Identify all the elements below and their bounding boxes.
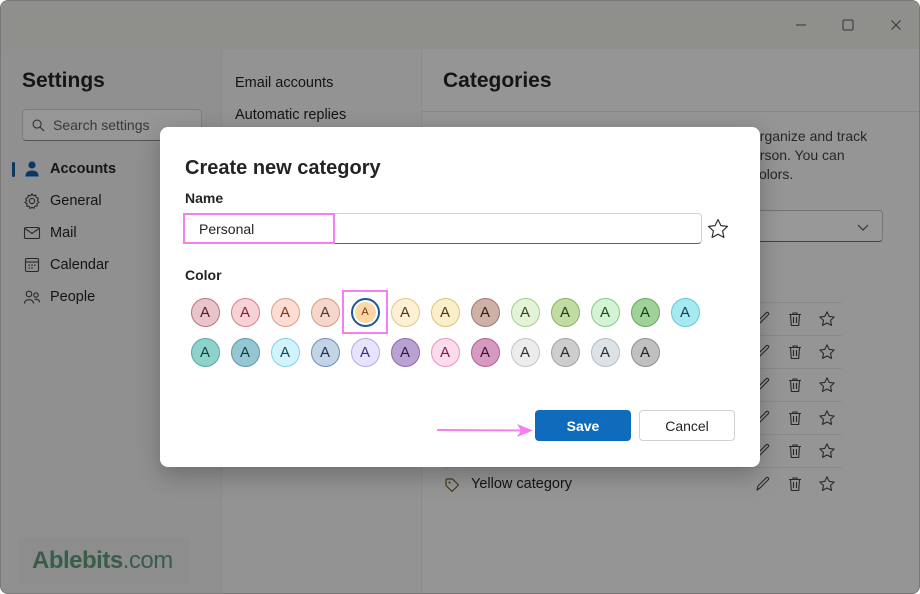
color-swatch[interactable]: A [350,297,380,327]
color-swatch[interactable]: A [630,337,660,367]
color-swatch[interactable]: A [270,297,300,327]
color-swatch[interactable]: A [270,337,300,367]
color-swatch[interactable]: A [590,297,620,327]
create-category-dialog: Create new category Name Color AAAAAAAAA… [160,127,760,467]
color-label: Color [185,267,222,283]
color-swatch[interactable]: A [190,297,220,327]
color-swatch[interactable]: A [310,337,340,367]
cancel-button[interactable]: Cancel [639,410,735,441]
color-swatch[interactable]: A [590,337,620,367]
color-swatch[interactable]: A [190,337,220,367]
color-swatch[interactable]: A [550,297,580,327]
annotation-arrow [436,424,533,437]
color-swatch[interactable]: A [470,297,500,327]
color-swatch[interactable]: A [630,297,660,327]
color-swatch[interactable]: A [670,297,700,327]
color-swatch[interactable]: A [470,337,500,367]
color-swatch[interactable]: A [310,297,340,327]
name-label: Name [185,190,224,206]
favorite-star-icon[interactable] [706,217,730,241]
dialog-title: Create new category [185,157,381,179]
color-swatch[interactable]: A [430,297,460,327]
category-name-input[interactable] [184,213,702,244]
color-swatch[interactable]: A [550,337,580,367]
color-swatch[interactable]: A [230,297,260,327]
color-swatch[interactable]: A [390,337,420,367]
save-button[interactable]: Save [535,410,631,441]
color-swatch[interactable]: A [390,297,420,327]
color-swatch[interactable]: A [510,297,540,327]
color-swatch[interactable]: A [350,337,380,367]
color-swatch[interactable]: A [230,337,260,367]
color-swatch[interactable]: A [510,337,540,367]
color-swatch[interactable]: A [430,337,460,367]
